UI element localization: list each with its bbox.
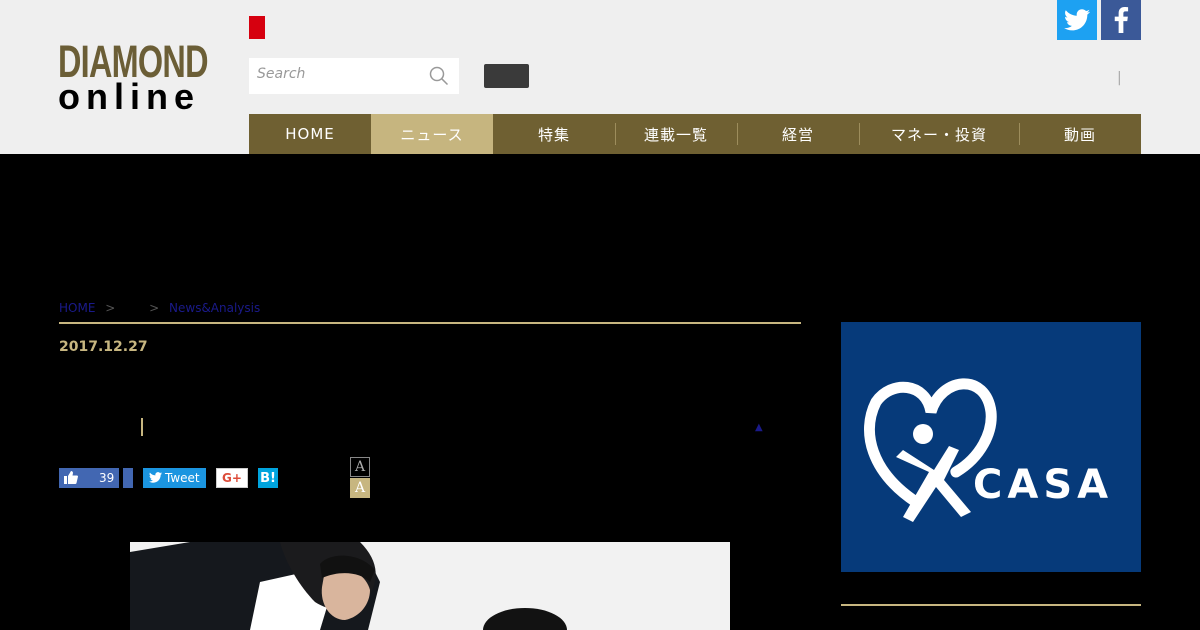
twitter-icon [1064, 9, 1090, 31]
nav-item-video[interactable]: 動画 [1019, 114, 1141, 154]
search-input[interactable] [257, 66, 417, 82]
article-main-image [130, 542, 730, 630]
sidebar-rule [841, 604, 1141, 606]
search-box[interactable] [249, 58, 459, 94]
site-logo[interactable]: DIAMOND online [58, 39, 224, 117]
casa-advertisement[interactable]: ® CASA [841, 322, 1141, 572]
font-size-small-button[interactable]: A [350, 457, 370, 477]
header-divider: | [1117, 70, 1122, 86]
casa-logo: ® CASA [864, 378, 1113, 522]
breadcrumb: HOME > > News&Analysis [59, 301, 260, 315]
registered-mark: ® [949, 467, 959, 478]
site-header: DIAMOND online | HOME ニュース 特集 連載一覧 経営 マネ… [0, 0, 1200, 154]
caret-up-icon[interactable]: ▲ [755, 422, 763, 433]
breadcrumb-separator: > [149, 301, 160, 315]
google-plus-button[interactable]: G+ [216, 468, 248, 488]
search-icon[interactable] [429, 66, 449, 86]
thumbs-up-icon [64, 471, 78, 484]
article-top-rule [59, 322, 801, 324]
breadcrumb-separator: > [105, 301, 116, 315]
nav-item-management[interactable]: 経営 [737, 114, 859, 154]
font-size-large-button[interactable]: A [350, 478, 370, 498]
casa-text: CASA [973, 462, 1113, 508]
like-count: 39 [99, 471, 115, 485]
article-date: 2017.12.27 [59, 339, 148, 355]
twitter-icon [149, 472, 162, 483]
nav-item-money[interactable]: マネー・投資 [859, 114, 1019, 154]
facebook-like-button[interactable]: 39 [59, 468, 119, 488]
title-accent-bar [141, 418, 143, 436]
facebook-share-button[interactable] [123, 468, 133, 488]
search-submit-button[interactable] [484, 64, 529, 88]
facebook-icon [1114, 7, 1129, 33]
nav-item-home[interactable]: HOME [249, 114, 371, 154]
nav-item-news[interactable]: ニュース [371, 114, 493, 154]
breadcrumb-current[interactable]: News&Analysis [169, 301, 260, 315]
facebook-button[interactable] [1101, 0, 1141, 40]
article-photo [130, 542, 730, 630]
breadcrumb-home[interactable]: HOME [59, 301, 95, 315]
nav-item-series[interactable]: 連載一覧 [615, 114, 737, 154]
hatena-bookmark-button[interactable]: B! [258, 468, 278, 488]
twitter-button[interactable] [1057, 0, 1097, 40]
logo-line-2: online [58, 76, 200, 117]
nav-item-features[interactable]: 特集 [493, 114, 615, 154]
tweet-button[interactable]: Tweet [143, 468, 206, 488]
tweet-label: Tweet [165, 471, 200, 485]
global-nav: HOME ニュース 特集 連載一覧 経営 マネー・投資 動画 [249, 114, 1141, 154]
red-marker [249, 16, 265, 39]
